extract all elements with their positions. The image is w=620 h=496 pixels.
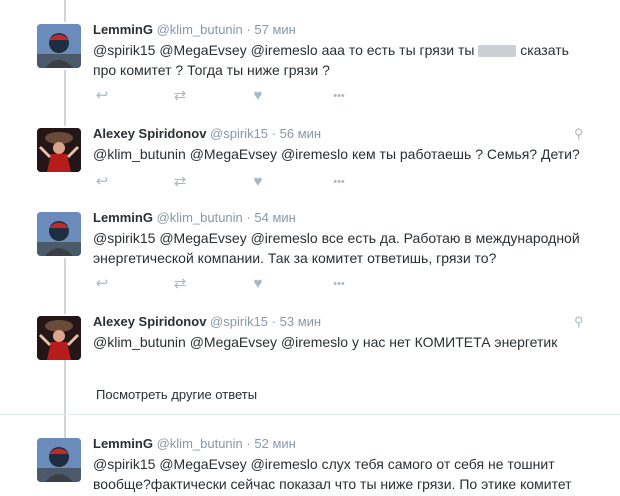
more-icon[interactable]: ••• [327, 174, 351, 190]
tweet-text: @klim_butunin @MegaEvsey @iremeslo кем т… [93, 146, 580, 162]
like-icon[interactable]: ♥ [249, 174, 267, 190]
tweet-text: @spirik15 @MegaEvsey @iremeslo ааа то ес… [93, 40, 593, 80]
tweet-time[interactable]: 57 мин [254, 22, 295, 37]
author-name[interactable]: LemminG [93, 22, 153, 37]
tweet-header: LemminG @klim_butunin · 54 мин [93, 210, 296, 225]
separator-dot: · [271, 314, 277, 329]
reply-icon[interactable]: ↩ [93, 174, 111, 190]
thread-line [64, 0, 66, 22]
tweet[interactable]: LemminG @klim_butunin · 52 мин @spirik15… [0, 436, 620, 496]
tweet[interactable]: LemminG @klim_butunin · 57 мин @spirik15… [0, 22, 620, 110]
avatar[interactable] [37, 316, 81, 360]
tweet-time[interactable]: 52 мин [254, 436, 295, 451]
avatar[interactable] [37, 128, 81, 172]
author-name[interactable]: LemminG [93, 436, 153, 451]
tweet-header: Alexey Spiridonov @spirik15 · 56 мин [93, 126, 321, 141]
divider [0, 414, 620, 415]
show-more-replies-link[interactable]: Посмотреть другие ответы [96, 387, 257, 402]
retweet-icon[interactable]: ⇄ [171, 276, 189, 292]
tweet[interactable]: LemminG @klim_butunin · 54 мин @spirik15… [0, 210, 620, 300]
tweet-header: Alexey Spiridonov @spirik15 · 53 мин [93, 314, 321, 329]
author-name[interactable]: Alexey Spiridonov [93, 314, 206, 329]
more-icon[interactable]: ••• [327, 276, 351, 292]
separator-dot: · [246, 210, 251, 225]
tweet-time[interactable]: 53 мин [280, 314, 321, 329]
tweet-time[interactable]: 56 мин [280, 126, 321, 141]
tweet-header: LemminG @klim_butunin · 57 мин [93, 22, 296, 37]
avatar[interactable] [37, 212, 81, 256]
avatar[interactable] [37, 438, 81, 482]
tweet-text-part: @spirik15 @MegaEvsey @iremeslo ааа то ес… [93, 42, 475, 58]
reply-icon[interactable]: ↩ [93, 88, 111, 104]
author-handle[interactable]: @klim_butunin [157, 22, 243, 37]
like-icon[interactable]: ♥ [249, 276, 267, 292]
like-icon[interactable]: ♥ [249, 88, 267, 104]
author-handle[interactable]: @spirik15 [210, 314, 268, 329]
tweet-actions: ↩ ⇄ ♥ ••• [93, 276, 363, 292]
tweet-actions: ↩ ⇄ ♥ ••• [93, 174, 363, 190]
thread-line [64, 360, 66, 440]
censored-word [478, 45, 517, 58]
author-name[interactable]: LemminG [93, 210, 153, 225]
location-icon[interactable]: ⚲ [574, 314, 584, 330]
tweet[interactable]: Alexey Spiridonov @spirik15 · 53 мин ⚲ @… [0, 314, 620, 364]
retweet-icon[interactable]: ⇄ [171, 88, 189, 104]
tweet-actions: ↩ ⇄ ♥ ••• [93, 88, 363, 104]
separator-dot: · [246, 436, 251, 451]
avatar[interactable] [37, 24, 81, 68]
tweet-header: LemminG @klim_butunin · 52 мин [93, 436, 296, 451]
author-handle[interactable]: @klim_butunin [157, 210, 243, 225]
retweet-icon[interactable]: ⇄ [171, 174, 189, 190]
tweet-time[interactable]: 54 мин [254, 210, 295, 225]
tweet-text: @spirik15 @MegaEvsey @iremeslo слух тебя… [93, 456, 572, 492]
tweet-text: @klim_butunin @MegaEvsey @iremeslo у нас… [93, 334, 558, 350]
tweet[interactable]: Alexey Spiridonov @spirik15 · 56 мин ⚲ @… [0, 126, 620, 196]
author-handle[interactable]: @spirik15 [210, 126, 268, 141]
separator-dot: · [246, 22, 251, 37]
reply-icon[interactable]: ↩ [93, 276, 111, 292]
separator-dot: · [271, 126, 277, 141]
author-name[interactable]: Alexey Spiridonov [93, 126, 206, 141]
author-handle[interactable]: @klim_butunin [157, 436, 243, 451]
more-icon[interactable]: ••• [327, 88, 351, 104]
location-icon[interactable]: ⚲ [574, 126, 584, 142]
tweet-text: @spirik15 @MegaEvsey @iremeslo все есть … [93, 230, 580, 266]
